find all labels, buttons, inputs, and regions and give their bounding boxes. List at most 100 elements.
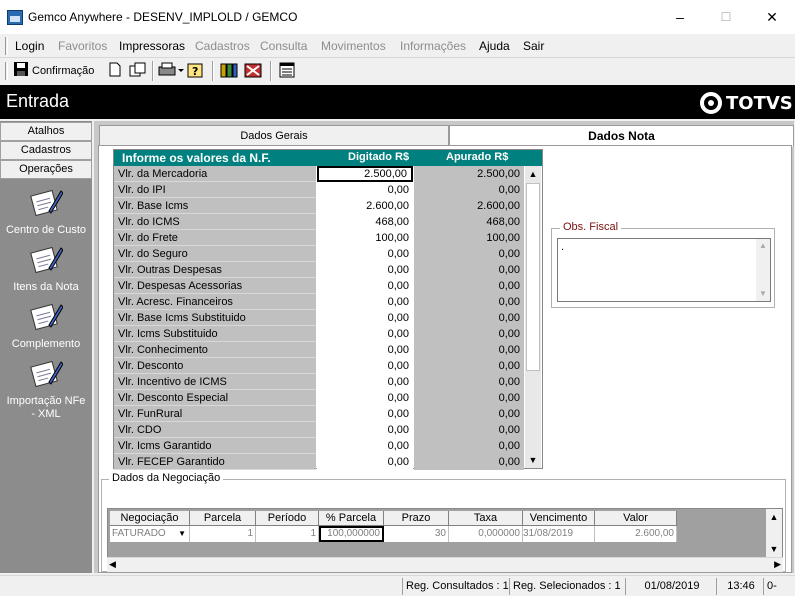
confirmacao-button[interactable]: Confirmação <box>32 62 94 80</box>
menu-sair[interactable]: Sair <box>523 39 544 53</box>
grid-row[interactable]: Vlr. Acresc. Financeiros 0,00 0,00 <box>114 294 524 310</box>
obs-fiscal-scrollbar[interactable]: ▲ ▼ <box>756 239 770 301</box>
col-valor[interactable]: Valor <box>595 511 677 526</box>
digitado-input[interactable]: 0,00 <box>317 438 413 454</box>
cadastros-button[interactable]: Cadastros <box>0 141 92 160</box>
tab-dados-gerais[interactable]: Dados Gerais <box>99 125 449 146</box>
grid-row[interactable]: Vlr. Conhecimento 0,00 0,00 <box>114 342 524 358</box>
digitado-input[interactable]: 0,00 <box>317 182 413 198</box>
new-document-icon[interactable] <box>109 62 121 80</box>
grid-row[interactable]: Vlr. Incentivo de ICMS 0,00 0,00 <box>114 374 524 390</box>
scroll-up-icon[interactable]: ▲ <box>756 241 770 250</box>
copy-document-icon[interactable] <box>129 62 146 80</box>
complemento-label[interactable]: Complemento <box>0 338 92 351</box>
chevron-down-icon[interactable]: ▼ <box>178 526 186 542</box>
digitado-input[interactable]: 2.500,00 <box>317 166 413 182</box>
tab-dados-nota[interactable]: Dados Nota <box>449 125 794 147</box>
negociacao-horizontal-scrollbar[interactable]: ◀ ▶ <box>107 557 783 572</box>
col-vencimento[interactable]: Vencimento <box>523 511 595 526</box>
menu-favoritos[interactable]: Favoritos <box>58 39 107 53</box>
digitado-input[interactable]: 468,00 <box>317 214 413 230</box>
col-parcela[interactable]: Parcela <box>190 511 256 526</box>
save-icon[interactable] <box>14 62 28 80</box>
negociacao-vertical-scrollbar[interactable]: ▲ ▼ <box>766 509 782 557</box>
digitado-input[interactable]: 0,00 <box>317 294 413 310</box>
digitado-input[interactable]: 0,00 <box>317 422 413 438</box>
digitado-input[interactable]: 0,00 <box>317 326 413 342</box>
menu-informacoes[interactable]: Informações <box>400 39 466 53</box>
taxa-cell[interactable]: 0,000000 <box>449 526 523 542</box>
operacoes-button[interactable]: Operações <box>0 160 92 179</box>
itens-da-nota-label[interactable]: Itens da Nota <box>0 281 92 294</box>
digitado-input[interactable]: 0,00 <box>317 278 413 294</box>
grid-row[interactable]: Vlr. CDO 0,00 0,00 <box>114 422 524 438</box>
calendar-icon[interactable] <box>279 62 295 80</box>
digitado-input[interactable]: 0,00 <box>317 358 413 374</box>
obs-fiscal-textarea[interactable]: . ▲ ▼ <box>557 238 771 302</box>
grid-row[interactable]: Vlr. Outras Despesas 0,00 0,00 <box>114 262 524 278</box>
importacao-nfe-xml-label[interactable]: Importação NFe - XML <box>0 395 92 421</box>
scroll-left-icon[interactable]: ◀ <box>109 559 116 570</box>
grid-row[interactable]: Vlr. Base Icms 2.600,00 2.600,00 <box>114 198 524 214</box>
grid-row[interactable]: Vlr. do ICMS 468,00 468,00 <box>114 214 524 230</box>
maximize-button[interactable]: ☐ <box>703 0 749 34</box>
printer-icon[interactable] <box>158 62 184 80</box>
atalhos-button[interactable]: Atalhos <box>0 122 92 141</box>
grid-row[interactable]: Vlr. da Mercadoria 2.500,00 2.500,00 <box>114 166 524 182</box>
scroll-thumb[interactable] <box>526 183 540 371</box>
digitado-input[interactable]: 100,00 <box>317 230 413 246</box>
menu-consulta[interactable]: Consulta <box>260 39 307 53</box>
digitado-input[interactable]: 0,00 <box>317 342 413 358</box>
scroll-up-icon[interactable]: ▲ <box>525 166 541 182</box>
grid-row[interactable]: Vlr. Icms Substituido 0,00 0,00 <box>114 326 524 342</box>
minimize-button[interactable]: – <box>657 0 703 34</box>
grid-row[interactable]: Vlr. FunRural 0,00 0,00 <box>114 406 524 422</box>
col-periodo[interactable]: Período <box>256 511 319 526</box>
digitado-input[interactable]: 0,00 <box>317 454 413 470</box>
notepad-pencil-icon[interactable] <box>29 356 64 390</box>
periodo-cell[interactable]: 1 <box>256 526 319 542</box>
col-prazo[interactable]: Prazo <box>384 511 449 526</box>
digitado-input[interactable]: 2.600,00 <box>317 198 413 214</box>
parcela-cell[interactable]: 1 <box>190 526 256 542</box>
grid-row[interactable]: Vlr. Despesas Acessorias 0,00 0,00 <box>114 278 524 294</box>
grid-row[interactable]: Vlr. Desconto 0,00 0,00 <box>114 358 524 374</box>
books-icon[interactable] <box>220 62 238 80</box>
menu-movimentos[interactable]: Movimentos <box>321 39 386 53</box>
digitado-input[interactable]: 0,00 <box>317 390 413 406</box>
digitado-input[interactable]: 0,00 <box>317 262 413 278</box>
menu-impressoras[interactable]: Impressoras <box>119 39 185 53</box>
vencimento-cell[interactable]: 31/08/2019 <box>523 526 595 542</box>
scroll-down-icon[interactable]: ▼ <box>766 541 782 557</box>
scroll-down-icon[interactable]: ▼ <box>525 452 541 468</box>
scroll-down-icon[interactable]: ▼ <box>756 289 770 298</box>
digitado-input[interactable]: 0,00 <box>317 406 413 422</box>
centro-de-custo-label[interactable]: Centro de Custo <box>0 224 92 237</box>
notepad-pencil-icon[interactable] <box>29 299 64 333</box>
help-icon[interactable]: ? <box>187 62 204 80</box>
grid-vertical-scrollbar[interactable]: ▲ ▼ <box>525 166 541 468</box>
col-taxa[interactable]: Taxa <box>449 511 523 526</box>
prazo-cell[interactable]: 30 <box>384 526 449 542</box>
digitado-input[interactable]: 0,00 <box>317 246 413 262</box>
grid-row[interactable]: Vlr. do Seguro 0,00 0,00 <box>114 246 524 262</box>
scroll-up-icon[interactable]: ▲ <box>766 509 782 525</box>
menu-login[interactable]: Login <box>15 39 44 53</box>
digitado-input[interactable]: 0,00 <box>317 310 413 326</box>
digitado-input[interactable]: 0,00 <box>317 374 413 390</box>
grid-row[interactable]: Vlr. Desconto Especial 0,00 0,00 <box>114 390 524 406</box>
notepad-pencil-icon[interactable] <box>29 242 64 276</box>
percent-parcela-cell[interactable]: 100,000000 <box>319 526 384 542</box>
grid-row[interactable]: Vlr. do Frete 100,00 100,00 <box>114 230 524 246</box>
negociacao-select[interactable]: FATURADO ▼ <box>110 526 190 542</box>
grid-row[interactable]: Vlr. do IPI 0,00 0,00 <box>114 182 524 198</box>
col-percent-parcela[interactable]: % Parcela <box>319 511 384 526</box>
valor-cell[interactable]: 2.600,00 <box>595 526 677 542</box>
grid-row[interactable]: Vlr. Icms Garantido 0,00 0,00 <box>114 438 524 454</box>
menu-cadastros[interactable]: Cadastros <box>195 39 250 53</box>
menu-ajuda[interactable]: Ajuda <box>479 39 510 53</box>
cancel-books-icon[interactable] <box>244 62 262 80</box>
notepad-pencil-icon[interactable] <box>29 185 64 219</box>
close-button[interactable]: ✕ <box>749 0 795 34</box>
grid-row[interactable]: Vlr. Base Icms Substituido 0,00 0,00 <box>114 310 524 326</box>
